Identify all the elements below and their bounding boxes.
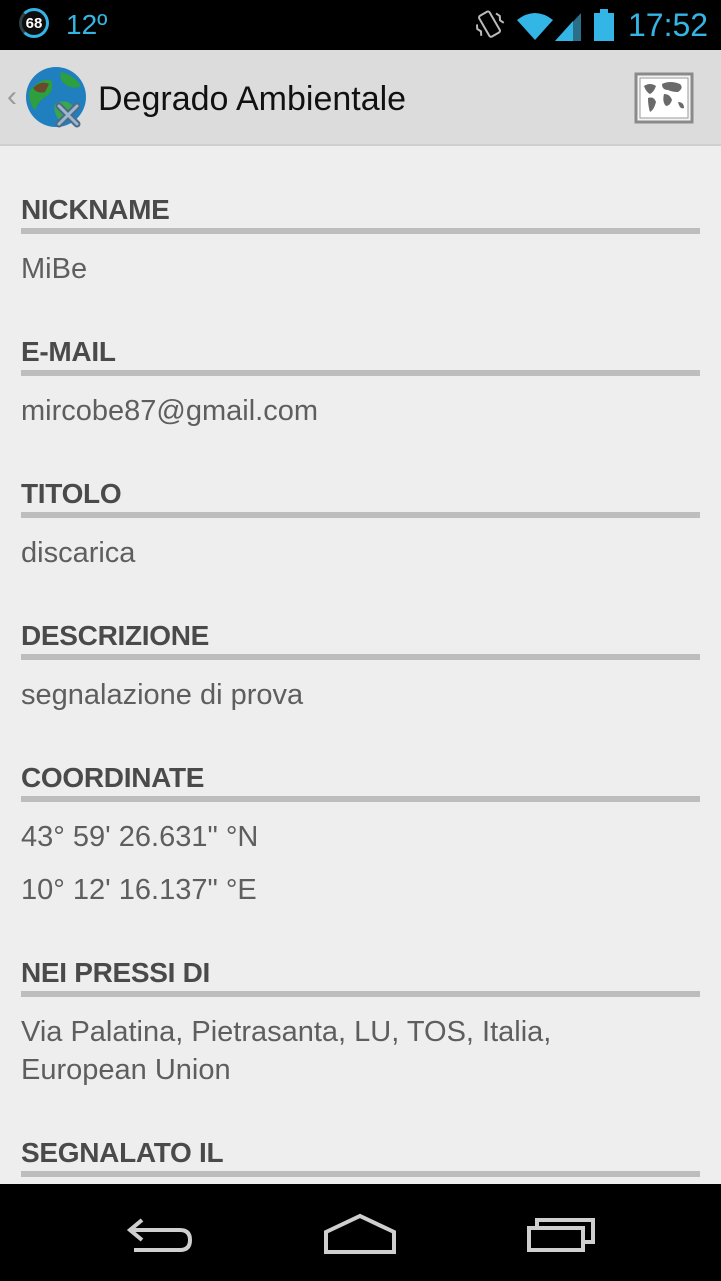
- wifi-icon: [517, 13, 553, 40]
- nei-pressi-label: NEI PRESSI DI: [21, 957, 211, 988]
- segnalato-il-section: SEGNALATO IL: [21, 1137, 700, 1177]
- recent-apps-icon[interactable]: [525, 1214, 597, 1254]
- descrizione-section: DESCRIZIONE segnalazione di prova: [21, 620, 700, 714]
- section-divider: [21, 654, 700, 660]
- home-icon[interactable]: [322, 1212, 398, 1256]
- nei-pressi-value: Via Palatina, Pietrasanta, LU, TOS, Ital…: [21, 1016, 552, 1086]
- section-divider: [21, 512, 700, 518]
- report-details[interactable]: NICKNAME MiBe E-MAIL mircobe87@gmail.com…: [0, 148, 721, 1184]
- email-section: E-MAIL mircobe87@gmail.com: [21, 336, 700, 430]
- coordinate-section: COORDINATE 43° 59' 26.631" °N 10° 12' 16…: [21, 762, 700, 909]
- descrizione-value: segnalazione di prova: [21, 679, 304, 711]
- temperature-text: 12º: [66, 9, 108, 40]
- titolo-value: discarica: [21, 537, 136, 569]
- coordinate-label: COORDINATE: [21, 762, 205, 793]
- back-icon[interactable]: [124, 1214, 196, 1254]
- clock: 17:52: [628, 7, 709, 43]
- app-title: Degrado Ambientale: [98, 80, 407, 118]
- section-divider: [21, 991, 700, 997]
- navigation-bar: [0, 1184, 721, 1281]
- longitude-value: 10° 12' 16.137" °E: [21, 874, 257, 906]
- nickname-section: NICKNAME MiBe: [21, 194, 700, 288]
- world-map-icon[interactable]: [634, 72, 694, 124]
- vibrate-icon: [475, 10, 505, 38]
- status-bar: 68 12º 17:52: [0, 0, 721, 50]
- titolo-section: TITOLO discarica: [21, 478, 700, 572]
- section-divider: [21, 370, 700, 376]
- battery-percent-icon: 68: [19, 8, 49, 38]
- segnalato-il-label: SEGNALATO IL: [21, 1137, 224, 1168]
- section-divider: [21, 228, 700, 234]
- signal-icon: [555, 13, 581, 41]
- section-divider: [21, 796, 700, 802]
- descrizione-label: DESCRIZIONE: [21, 620, 210, 651]
- email-label: E-MAIL: [21, 336, 116, 367]
- titolo-label: TITOLO: [21, 478, 122, 509]
- globe-logo-icon[interactable]: [25, 66, 89, 130]
- up-caret-icon[interactable]: ‹: [7, 80, 17, 114]
- battery-icon: [594, 9, 614, 41]
- email-value: mircobe87@gmail.com: [21, 395, 318, 427]
- section-divider: [21, 1171, 700, 1177]
- battery-percent-text: 68: [25, 14, 43, 32]
- nei-pressi-section: NEI PRESSI DI Via Palatina, Pietrasanta,…: [21, 957, 700, 1089]
- nickname-label: NICKNAME: [21, 194, 170, 225]
- latitude-value: 43° 59' 26.631" °N: [21, 821, 259, 853]
- nickname-value: MiBe: [21, 253, 88, 285]
- action-bar: ‹ Degrado Ambientale: [0, 50, 721, 146]
